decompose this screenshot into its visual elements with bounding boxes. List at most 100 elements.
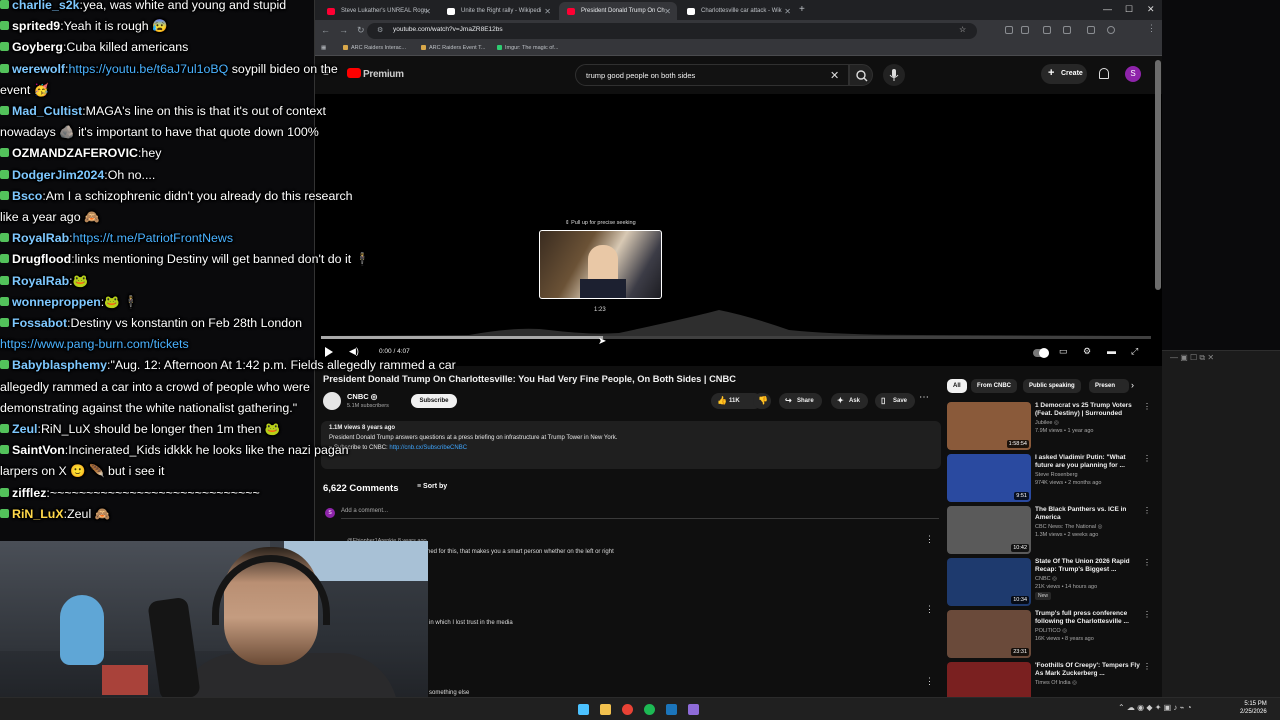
recommended-video[interactable]: 10:42 The Black Panthers vs. ICE in Ameri… (947, 506, 1157, 554)
ask-button[interactable]: ✦ Ask (831, 393, 869, 409)
channel-name[interactable]: CNBC ◎ (1035, 576, 1057, 582)
chrome-icon[interactable] (622, 704, 633, 715)
dislike-button[interactable]: 👎 (753, 393, 771, 409)
chat-username[interactable]: Fossabot (12, 316, 67, 330)
extension-icon[interactable] (1021, 26, 1029, 34)
chip-presentation[interactable]: Presen (1089, 379, 1129, 393)
channel-name[interactable]: POLITICO ◎ (1035, 628, 1067, 634)
chat-username[interactable]: OZMANDZAFEROVIC (12, 146, 138, 160)
chat-link[interactable]: https://youtu.be/t6aJ7ul1oBQ (68, 62, 228, 76)
chat-username[interactable]: Zeul (12, 422, 37, 436)
system-tray-icons[interactable]: ⌃ ☁ ◉ ◆ ✦ ▣ ♪ ⌁ ◔ (1118, 703, 1192, 712)
video-thumbnail[interactable]: 1:58:54 (947, 402, 1031, 450)
chat-username[interactable]: zifflez (12, 486, 46, 500)
browser-menu-icon[interactable]: ⋮ (1147, 23, 1156, 34)
fullscreen-icon[interactable]: ⤢ (1131, 346, 1138, 357)
video-title[interactable]: 'Foothills Of Creepy': Tempers Fly As Ma… (1035, 662, 1143, 678)
comment-menu-icon[interactable]: ⋮ (925, 604, 934, 615)
video-title[interactable]: Trump's full press conference following … (1035, 610, 1143, 626)
progress-bar[interactable] (321, 336, 1151, 339)
share-button[interactable]: ↪ Share (779, 393, 822, 409)
chevron-right-icon[interactable]: › (1131, 380, 1134, 390)
chat-link[interactable]: https://t.me/PatriotFrontNews (73, 231, 233, 245)
chat-username[interactable]: wonneproppen (12, 295, 101, 309)
video-menu-icon[interactable]: ⋮ (1143, 402, 1151, 411)
video-title[interactable]: 1 Democrat vs 25 Trump Voters (Feat. Des… (1035, 402, 1143, 418)
tab-close-icon[interactable]: ✕ (664, 7, 671, 16)
video-player[interactable]: ⇕ Pull up for precise seeking 1:23 ➤ ◀) … (315, 94, 1162, 366)
download-icon[interactable] (1087, 26, 1095, 34)
channel-name[interactable]: Steve Rosenberg (1035, 472, 1078, 478)
chat-username[interactable]: Bsco (12, 189, 42, 203)
bookmark-item[interactable]: ARC Raiders Event T... (421, 45, 485, 51)
window-controls-icon[interactable]: — ▣ ☐ ⧉ ✕ (1170, 353, 1214, 363)
tab-2-active[interactable]: President Donald Trump On Ch ✕ (559, 2, 677, 20)
chat-username[interactable]: sprited9 (12, 19, 60, 33)
search-input[interactable]: trump good people on both sides ✕ (575, 64, 849, 86)
chat-link[interactable]: https://www.pang-burn.com/tickets (0, 337, 189, 351)
video-title[interactable]: The Black Panthers vs. ICE in America (1035, 506, 1143, 522)
profile-icon[interactable] (1107, 26, 1115, 34)
minimize-icon[interactable]: — (1103, 4, 1112, 14)
chat-username[interactable]: Goyberg (12, 40, 63, 54)
bookmark-star-icon[interactable]: ☆ (959, 25, 966, 34)
video-title[interactable]: State Of The Union 2026 Rapid Recap: Tru… (1035, 558, 1143, 574)
chip-from-cnbc[interactable]: From CNBC (971, 379, 1017, 393)
new-tab-button[interactable]: + (799, 4, 805, 15)
chat-username[interactable]: werewolf (12, 62, 65, 76)
autoplay-toggle[interactable] (1033, 348, 1049, 358)
search-button[interactable] (849, 64, 873, 86)
chat-username[interactable]: RoyalRab (12, 274, 69, 288)
tab-1[interactable]: Unite the Right rally - Wikipedi ✕ (439, 2, 557, 20)
file-explorer-icon[interactable] (600, 704, 611, 715)
video-thumbnail[interactable]: 23:31 (947, 610, 1031, 658)
video-thumbnail[interactable]: 9:51 (947, 454, 1031, 502)
extension-icon[interactable] (1005, 26, 1013, 34)
chat-username[interactable]: Drugflood (12, 252, 71, 266)
tab-close-icon[interactable]: ✕ (544, 7, 551, 16)
account-avatar[interactable]: S (1125, 66, 1141, 82)
comment-menu-icon[interactable]: ⋮ (925, 676, 934, 687)
search-query-text[interactable]: trump good people on both sides (586, 71, 695, 80)
chat-username[interactable]: Babyblasphemy (12, 358, 107, 372)
video-thumbnail[interactable] (947, 662, 1031, 697)
chat-username[interactable]: SaintVon (12, 443, 65, 457)
chat-username[interactable]: RoyalRab (12, 231, 69, 245)
recommended-video[interactable]: 23:31 Trump's full press conference follo… (947, 610, 1157, 658)
page-scrollbar[interactable] (1155, 60, 1161, 290)
chat-username[interactable]: DodgerJim2024 (12, 168, 104, 182)
more-actions-icon[interactable]: ⋯ (919, 392, 929, 403)
extension-icon[interactable] (1043, 26, 1051, 34)
video-menu-icon[interactable]: ⋮ (1143, 610, 1151, 619)
video-thumbnail[interactable]: 10:42 (947, 506, 1031, 554)
steam-icon[interactable] (666, 704, 677, 715)
maximize-icon[interactable]: ☐ (1125, 4, 1133, 15)
recommended-video[interactable]: 9:51 I asked Vladimir Putin: "What future… (947, 454, 1157, 502)
start-menu-icon[interactable] (578, 704, 589, 715)
save-button[interactable]: ▯ Save (875, 393, 916, 409)
voice-search-button[interactable] (883, 64, 905, 86)
app-icon[interactable] (688, 704, 699, 715)
theater-mode-icon[interactable]: ▬ (1107, 346, 1116, 356)
channel-name[interactable]: Jubilee ◎ (1035, 420, 1059, 426)
bookmark-item[interactable]: Imgur: The magic of... (497, 45, 558, 51)
video-thumbnail[interactable]: 10:34 (947, 558, 1031, 606)
notifications-bell-icon[interactable] (1099, 68, 1109, 79)
recommended-video[interactable]: 'Foothills Of Creepy': Tempers Fly As Ma… (947, 662, 1157, 697)
extension-icon[interactable] (1063, 26, 1071, 34)
clear-search-icon[interactable]: ✕ (830, 69, 839, 82)
chat-username[interactable]: RiN_LuX (12, 507, 64, 521)
settings-gear-icon[interactable]: ⚙ (1083, 346, 1091, 357)
video-menu-icon[interactable]: ⋮ (1143, 506, 1151, 515)
chat-username[interactable]: Mad_Cultist (12, 104, 82, 118)
captions-icon[interactable]: ▭ (1059, 346, 1068, 357)
create-button[interactable]: + Create (1041, 64, 1087, 84)
chip-all[interactable]: All (947, 379, 967, 393)
video-menu-icon[interactable]: ⋮ (1143, 662, 1151, 671)
sort-comments-button[interactable]: ≡ Sort by (417, 483, 447, 490)
channel-name[interactable]: CBC News: The National ◎ (1035, 524, 1102, 530)
spotify-icon[interactable] (644, 704, 655, 715)
tab-3[interactable]: Charlottesville car attack - Wik ✕ (679, 2, 797, 20)
chat-username[interactable]: charlie_s2k (12, 0, 80, 12)
recommended-video[interactable]: 10:34 State Of The Union 2026 Rapid Recap… (947, 558, 1157, 606)
